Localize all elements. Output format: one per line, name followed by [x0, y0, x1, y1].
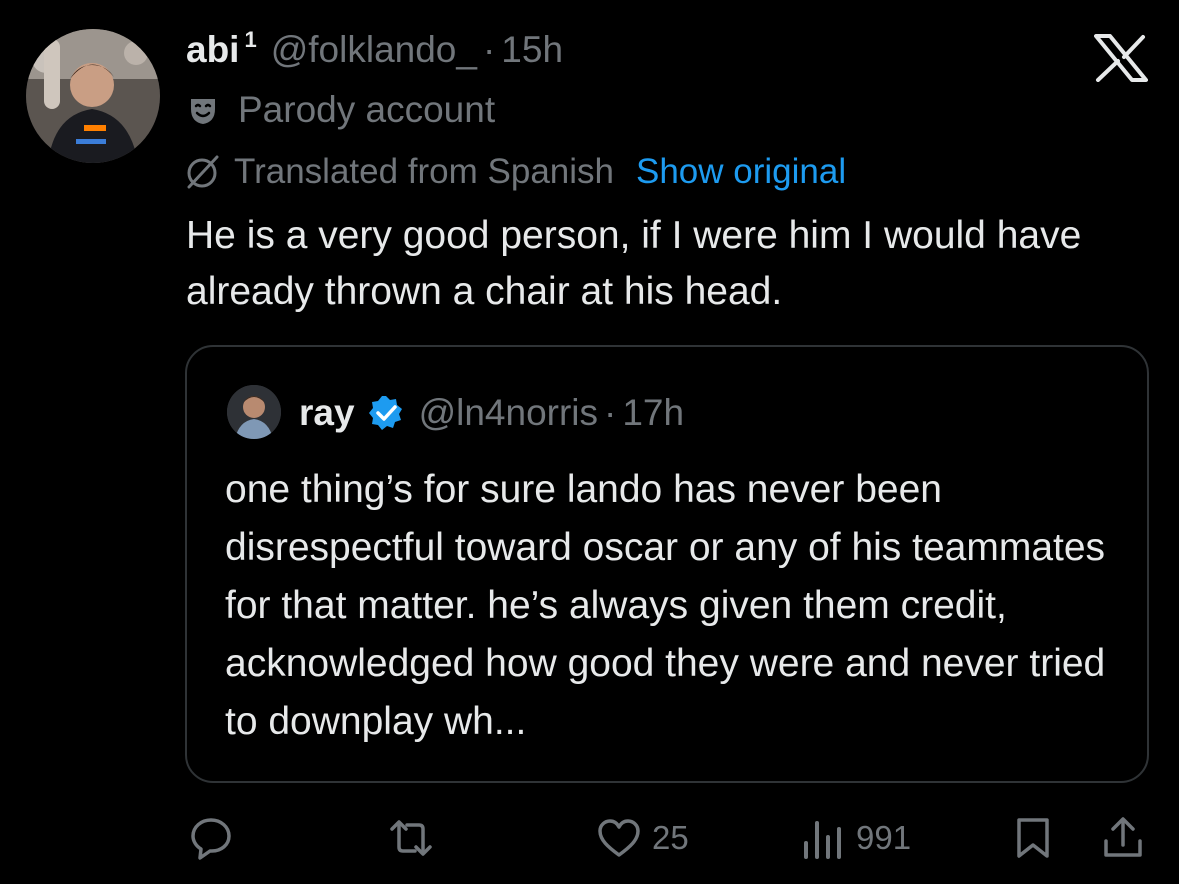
like-button[interactable]: 25	[596, 808, 689, 868]
views-button[interactable]: 991	[800, 808, 911, 868]
parody-label: Parody account	[188, 84, 495, 136]
verified-badge-icon[interactable]	[367, 394, 405, 432]
heart-icon	[598, 819, 640, 857]
quoted-tweet-text: one thing’s for sure lando has never bee…	[225, 468, 1106, 743]
author-name-superscript: 1	[244, 27, 257, 52]
avatar-image	[26, 29, 160, 163]
quoted-tweet-header: ray @ln4norris · 17h	[299, 387, 684, 439]
x-logo-icon	[1094, 34, 1148, 82]
quoted-author-handle[interactable]: @ln4norris	[419, 392, 598, 434]
reply-icon	[191, 818, 231, 860]
like-count: 25	[652, 819, 689, 856]
share-icon	[1104, 817, 1142, 857]
bookmark-button[interactable]	[1010, 808, 1056, 868]
translation-notice: Translated from Spanish Show original	[186, 148, 846, 196]
view-count: 991	[856, 819, 912, 856]
quoted-header-separator: ·	[604, 392, 617, 433]
tweet-timestamp[interactable]: 15h	[501, 29, 563, 71]
translated-from-text: Translated from Spanish	[234, 152, 614, 191]
repost-icon	[390, 820, 432, 856]
action-bar: 25 991	[0, 808, 1179, 868]
repost-button[interactable]	[388, 808, 444, 868]
author-handle[interactable]: @folklando_	[271, 29, 477, 71]
header-separator: ·	[482, 29, 496, 70]
quoted-author-avatar[interactable]	[227, 385, 281, 439]
author-display-name[interactable]: abi	[186, 29, 239, 71]
quoted-tweet-card[interactable]: ray @ln4norris · 17h one thing’s for sur…	[185, 345, 1149, 783]
tweet-text: He is a very good person, if I were him …	[186, 214, 1082, 313]
tweet-header: abi 1 @folklando_ · 15h	[186, 22, 563, 78]
quoted-tweet-timestamp[interactable]: 17h	[622, 392, 684, 434]
share-button[interactable]	[1100, 808, 1146, 868]
show-original-link[interactable]: Show original	[636, 152, 846, 192]
quoted-author-display-name[interactable]: ray	[299, 392, 355, 434]
translate-icon	[187, 155, 219, 189]
parody-mask-icon	[191, 99, 215, 124]
views-icon	[804, 821, 841, 859]
reply-button[interactable]	[188, 808, 244, 868]
quoted-avatar-image	[227, 385, 281, 439]
parody-label-text: Parody account	[238, 89, 496, 130]
bookmark-icon	[1017, 818, 1049, 858]
author-avatar[interactable]	[26, 29, 160, 163]
